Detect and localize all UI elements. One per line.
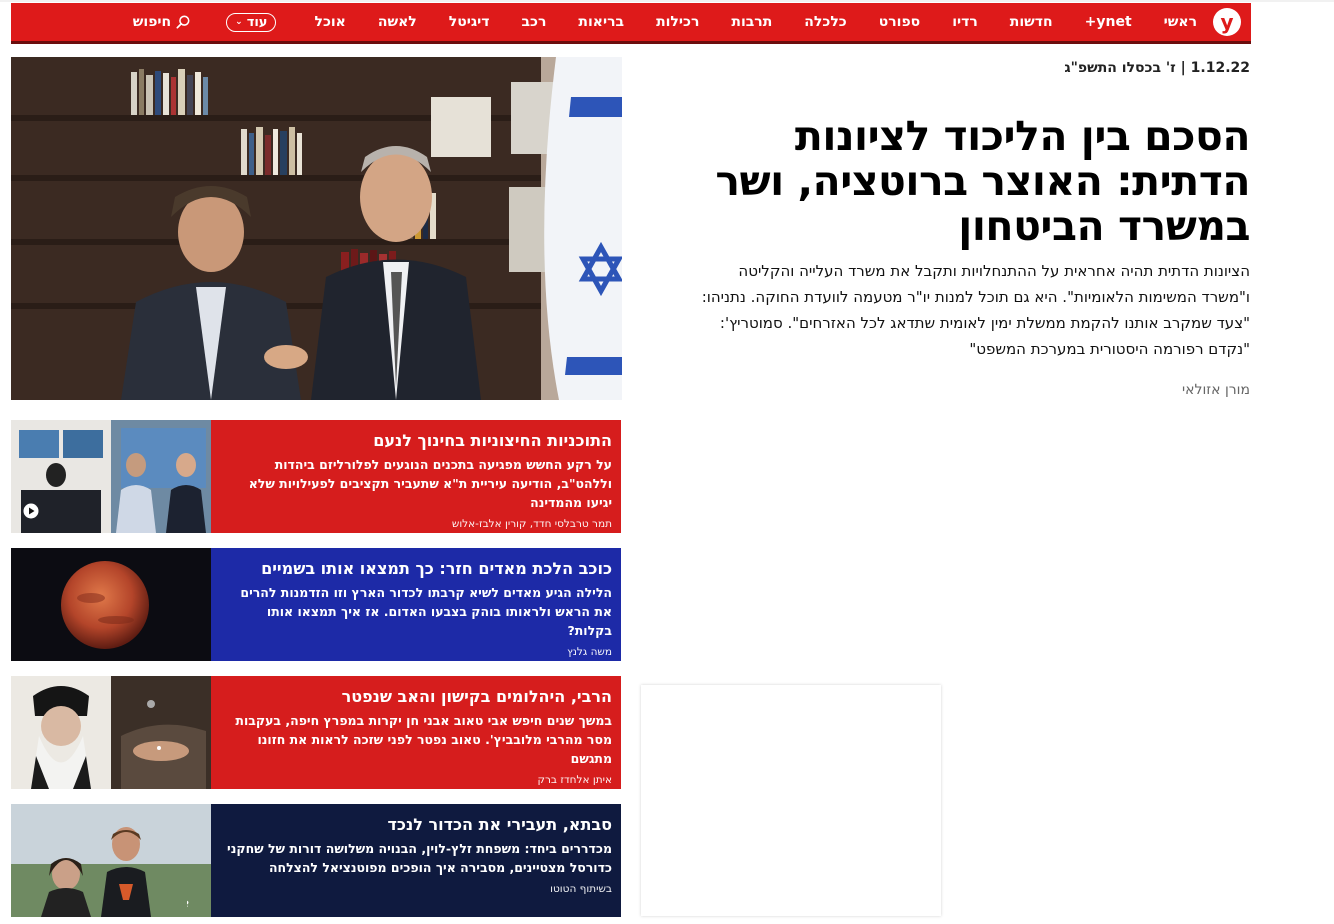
ad-placeholder[interactable] bbox=[641, 685, 941, 916]
list-item-text: סבתא, תעבירי את הכדור לנכד מכדררים ביחד:… bbox=[211, 804, 621, 917]
nav-item-sport[interactable]: ספורט bbox=[879, 14, 920, 30]
nav-item-food[interactable]: אוכל bbox=[314, 14, 345, 30]
more-label: עוד bbox=[246, 14, 268, 30]
list-item-thumbnail[interactable] bbox=[11, 676, 211, 789]
list-item-subtitle: על רקע החשש מפגיעה בתכנים הנוגעים לפלורל… bbox=[248, 457, 612, 510]
list-item-text: כוכב הלכת מאדים חזר: כך תמצאו אותו בשמיי… bbox=[211, 548, 621, 661]
svg-text:e: e bbox=[187, 896, 189, 911]
nav-item-cars[interactable]: רכב bbox=[522, 14, 547, 30]
list-item-author: תמר טרבלסי חדד, קורין אלבז-אלוש bbox=[451, 518, 612, 530]
search-icon bbox=[176, 15, 190, 29]
nav-item-radio[interactable]: רדיו bbox=[952, 14, 978, 30]
search-label: חיפוש bbox=[132, 14, 172, 30]
list-item-subtitle: במשך שנים חיפש אבי טאוב אבני חן יקרות במ… bbox=[235, 713, 612, 766]
list-item-author: בשיתוף הטוטו bbox=[550, 883, 612, 895]
top-strip bbox=[0, 0, 1334, 2]
main-nav: y ראשי ynet+ חדשות רדיו ספורט כלכלה תרבו… bbox=[11, 3, 1251, 41]
list-item[interactable]: התוכניות החיצוניות בחינוך לנעם על רקע הח… bbox=[11, 420, 621, 533]
list-item-title[interactable]: כוכב הלכת מאדים חזר: כך תמצאו אותו בשמיי… bbox=[221, 558, 612, 580]
nav-item-digital[interactable]: דיגיטל bbox=[449, 14, 490, 30]
main-story-image[interactable] bbox=[11, 57, 622, 400]
ynet-logo[interactable]: y bbox=[1213, 8, 1241, 36]
list-item-thumbnail[interactable] bbox=[11, 548, 211, 661]
list-item-title[interactable]: סבתא, תעבירי את הכדור לנכד bbox=[221, 814, 612, 836]
list-item-text: התוכניות החיצוניות בחינוך לנעם על רקע הח… bbox=[211, 420, 621, 533]
list-item-title[interactable]: הרבי, היהלומים בקישון והאב שנפטר bbox=[221, 686, 612, 708]
main-lead[interactable]: הציונות הדתית תהיה אחראית על ההתנחלויות … bbox=[690, 258, 1250, 362]
list-item[interactable]: סבתא, תעבירי את הכדור לנכד מכדררים ביחד:… bbox=[11, 804, 621, 917]
list-item-thumbnail[interactable] bbox=[11, 420, 211, 533]
list-item-author: איתן אלחדז ברק bbox=[537, 774, 612, 786]
nav-item-women[interactable]: לאשה bbox=[378, 14, 417, 30]
nav-item-gossip[interactable]: רכילות bbox=[656, 14, 699, 30]
nav-item-health[interactable]: בריאות bbox=[578, 14, 624, 30]
list-item-author: משה גלנץ bbox=[567, 646, 612, 658]
search-button[interactable]: חיפוש bbox=[133, 14, 190, 30]
list-item-subtitle: הלילה הגיע מאדים לשיא קרבתו לכדור הארץ ו… bbox=[240, 585, 612, 638]
nav-item-news[interactable]: חדשות bbox=[1010, 14, 1053, 30]
nav-items: ראשי ynet+ חדשות רדיו ספורט כלכלה תרבות … bbox=[298, 14, 1201, 30]
list-item[interactable]: כוכב הלכת מאדים חזר: כך תמצאו אותו בשמיי… bbox=[11, 548, 621, 661]
main-author[interactable]: מורן אזולאי bbox=[1182, 382, 1250, 398]
chevron-down-icon: ⌄ bbox=[235, 17, 243, 27]
more-menu-button[interactable]: עוד ⌄ bbox=[226, 12, 277, 32]
list-item-subtitle: מכדררים ביחד: משפחת זלץ-לוין, הבנויה משל… bbox=[227, 841, 612, 875]
article-date: 1.12.22 | ז' בכסלו התשפ"ג bbox=[1064, 60, 1250, 76]
list-item[interactable]: הרבי, היהלומים בקישון והאב שנפטר במשך שנ… bbox=[11, 676, 621, 789]
sponsored-e-icon: e bbox=[187, 896, 189, 911]
list-item-thumbnail[interactable]: e bbox=[11, 804, 211, 917]
nav-item-home[interactable]: ראשי bbox=[1164, 14, 1197, 30]
nav-item-culture[interactable]: תרבות bbox=[731, 14, 772, 30]
list-item-text: הרבי, היהלומים בקישון והאב שנפטר במשך שנ… bbox=[211, 676, 621, 789]
main-headline[interactable]: הסכם בין הליכוד לציונות הדתית: האוצר ברו… bbox=[710, 114, 1250, 249]
list-item-title[interactable]: התוכניות החיצוניות בחינוך לנעם bbox=[221, 430, 612, 452]
play-icon[interactable] bbox=[23, 503, 39, 519]
nav-item-economy[interactable]: כלכלה bbox=[804, 14, 846, 30]
nav-item-ynet-plus[interactable]: ynet+ bbox=[1085, 14, 1132, 30]
